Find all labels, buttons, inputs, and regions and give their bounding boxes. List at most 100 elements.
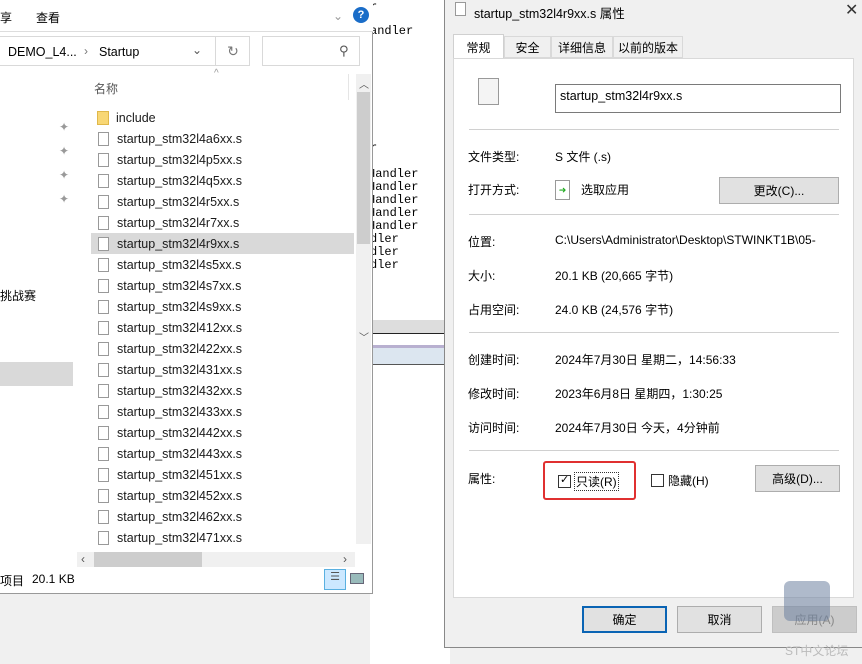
list-item[interactable]: startup_stm32l422xx.s [91,338,354,359]
scroll-left-icon[interactable]: ‹ [81,552,85,566]
file-explorer-window: 享 查看 ⌄ ? DEMO_L4... › Startup ⌄ ↻ ⚲ ^ 名称… [0,0,373,594]
accessed-label: 访问时间: [468,421,520,435]
breadcrumb-current[interactable]: Startup [99,45,139,59]
background-code-window: r andler r Handler Handler Handler Handl… [370,0,450,664]
ribbon: 享 查看 ⌄ ? [0,0,373,32]
list-item[interactable]: startup_stm32l433xx.s [91,401,354,422]
scroll-right-icon[interactable]: › [343,552,347,566]
code-bar [370,320,450,334]
chevron-down-icon[interactable]: ⌄ [192,43,202,57]
hidden-checkbox[interactable]: 隐藏(H) [651,472,709,489]
column-header-name[interactable]: 名称 [94,80,118,97]
pin-icon[interactable]: ✦ [59,120,69,134]
folder-icon [97,110,109,125]
horizontal-scrollbar[interactable]: ‹ › [77,552,355,567]
list-item[interactable]: startup_stm32l4r9xx.s [91,233,354,254]
file-name: startup_stm32l4r7xx.s [117,215,240,230]
file-name: startup_stm32l451xx.s [117,467,243,482]
readonly-label[interactable]: 只读(R) [574,472,619,491]
scroll-down-icon[interactable]: ﹀ [359,329,369,344]
pin-icon[interactable]: ✦ [59,168,69,182]
pin-icon[interactable]: ✦ [59,144,69,158]
watermark-text: ST中文论坛 [785,644,849,658]
vertical-scrollbar[interactable]: ︿ ﹀ [356,74,371,544]
cancel-button[interactable]: 取消 [677,606,762,633]
file-name: include [116,110,156,125]
open-with-value: 选取应用 [581,183,630,197]
file-name: startup_stm32l452xx.s [117,488,243,503]
divider [469,450,839,451]
file-name: startup_stm32l462xx.s [117,509,243,524]
list-item[interactable]: startup_stm32l4s9xx.s [91,296,354,317]
disk-size-label: 占用空间: [468,303,520,317]
checkbox-checked-icon[interactable]: ✓ [558,474,571,488]
large-icons-view-icon[interactable] [350,573,364,584]
list-item[interactable]: include [91,107,354,128]
file-icon [98,320,109,335]
code-line: dler [370,245,399,259]
list-item[interactable]: startup_stm32l4p5xx.s [91,149,354,170]
tab-view[interactable]: 查看 [36,9,60,26]
file-icon [98,278,109,293]
list-item[interactable]: startup_stm32l452xx.s [91,485,354,506]
pin-icon[interactable]: ✦ [59,192,69,206]
created-label: 创建时间: [468,353,520,367]
close-icon[interactable]: ✕ [845,0,858,20]
code-line: Handler [370,219,419,233]
tab-share[interactable]: 享 [0,9,12,26]
breadcrumb-parent[interactable]: DEMO_L4... [8,45,77,59]
sidebar-item-selected[interactable] [0,362,73,386]
list-item[interactable]: startup_stm32l471xx.s [91,527,354,548]
divider [469,214,839,215]
search-icon: ⚲ [339,43,349,58]
size-label: 大小: [468,269,496,283]
readonly-checkbox[interactable]: ✓ 只读(R) [558,472,619,491]
list-item[interactable]: startup_stm32l4r5xx.s [91,191,354,212]
list-item[interactable]: startup_stm32l4r7xx.s [91,212,354,233]
list-item[interactable]: startup_stm32l442xx.s [91,422,354,443]
location-label: 位置: [468,235,496,249]
open-with-label: 打开方式: [468,183,520,197]
file-large-icon [478,78,499,105]
filename-input[interactable]: startup_stm32l4r9xx.s [555,84,841,113]
list-item[interactable]: startup_stm32l431xx.s [91,359,354,380]
scrollbar-thumb[interactable] [357,92,370,244]
divider [469,332,839,333]
refresh-icon[interactable]: ↻ [215,37,250,65]
help-icon[interactable]: ? [353,7,369,23]
code-line: Handler [370,206,419,220]
list-item[interactable]: startup_stm32l412xx.s [91,317,354,338]
scroll-up-icon[interactable]: ︿ [359,76,369,91]
list-item[interactable]: startup_stm32l451xx.s [91,464,354,485]
attributes-label: 属性: [468,472,496,486]
tab-general[interactable]: 常规 [453,34,504,59]
file-name: startup_stm32l442xx.s [117,425,243,440]
file-name: startup_stm32l433xx.s [117,404,243,419]
list-item[interactable]: startup_stm32l443xx.s [91,443,354,464]
sidebar-item-label[interactable]: 挑战赛 [0,287,36,304]
file-icon [98,362,109,377]
app-icon: ➜ [555,180,570,200]
scrollbar-thumb[interactable] [94,552,202,567]
list-item[interactable]: startup_stm32l4s7xx.s [91,275,354,296]
checkbox-unchecked-icon[interactable] [651,474,664,487]
search-input[interactable]: ⚲ [262,36,360,66]
ok-button[interactable]: 确定 [582,606,667,633]
tab-details[interactable]: 详细信息 [551,36,613,58]
file-name: startup_stm32l422xx.s [117,341,243,356]
list-item[interactable]: startup_stm32l4q5xx.s [91,170,354,191]
list-item[interactable]: startup_stm32l432xx.s [91,380,354,401]
list-item[interactable]: startup_stm32l462xx.s [91,506,354,527]
tab-security[interactable]: 安全 [504,36,551,58]
hidden-label[interactable]: 隐藏(H) [668,472,709,489]
tab-previous-versions[interactable]: 以前的版本 [613,36,683,58]
advanced-button[interactable]: 高级(D)... [755,465,840,492]
chevron-down-icon[interactable]: ⌄ [333,9,343,23]
list-item[interactable]: startup_stm32l4a6xx.s [91,128,354,149]
details-view-icon[interactable]: ☰ [324,569,346,590]
address-bar[interactable]: DEMO_L4... › Startup ⌄ ↻ [0,36,250,66]
file-icon [98,446,109,461]
change-button[interactable]: 更改(C)... [719,177,839,204]
accessed-value: 2024年7月30日 今天，4分钟前 [555,421,720,435]
list-item[interactable]: startup_stm32l4s5xx.s [91,254,354,275]
